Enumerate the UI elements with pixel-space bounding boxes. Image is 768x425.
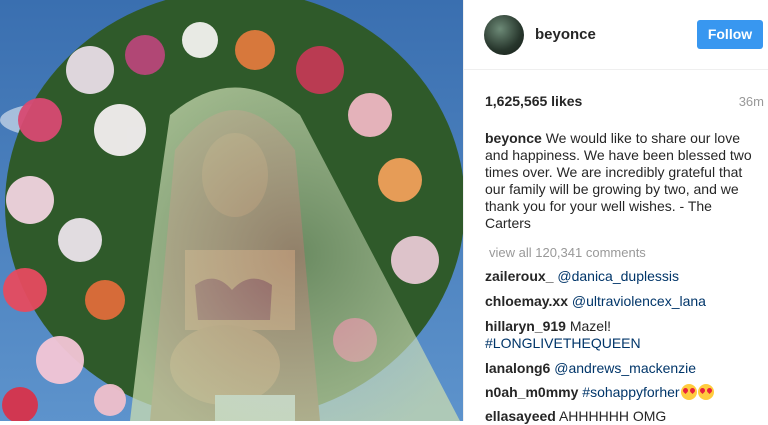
follow-button[interactable]: Follow [697,20,763,49]
post-photo[interactable] [0,0,463,421]
comment-username[interactable]: chloemay.xx [485,293,568,309]
comment-text: Mazel! [569,318,612,334]
comment-mention[interactable]: @danica_duplessis [557,268,679,284]
comment-mention[interactable]: @andrews_mackenzie [554,360,696,376]
comment-username[interactable]: hillaryn_919 [485,318,566,334]
heart-eyes-emoji-icon [697,384,714,400]
view-all-comments-link[interactable]: view all 120,341 comments [489,245,646,260]
comment-item: zaileroux_ @danica_duplessis [485,268,765,285]
comment-username[interactable]: ellasayeed [485,408,556,424]
comment-item: lanalong6 @andrews_mackenzie [485,360,765,377]
comment-item: chloemay.xx @ultraviolencex_lana [485,293,765,310]
comment-item: ellasayeed AHHHHHH OMG [485,408,765,425]
post-timestamp[interactable]: 36m [739,94,764,109]
post-photo-graphic [0,0,463,421]
post-header: beyonce Follow [464,0,768,70]
comment-hashtag[interactable]: #LONGLIVETHEQUEEN [485,335,641,351]
comment-username[interactable]: lanalong6 [485,360,550,376]
comment-username[interactable]: n0ah_m0mmy [485,384,578,400]
post-caption: beyonce We would like to share our love … [485,130,757,232]
comment-item: hillaryn_919 Mazel! #LONGLIVETHEQUEEN [485,318,765,352]
likes-count[interactable]: 1,625,565 likes [485,93,582,109]
avatar[interactable] [484,15,524,55]
author-username[interactable]: beyonce [535,26,596,43]
comment-username[interactable]: zaileroux_ [485,268,553,284]
caption-username[interactable]: beyonce [485,130,542,146]
comment-text: AHHHHHH OMG [558,408,667,424]
comment-item: n0ah_m0mmy #sohappyforher [485,384,765,401]
post-sidebar: beyonce Follow 1,625,565 likes 36m beyon… [463,0,768,424]
comment-hashtag[interactable]: #sohappyforher [582,384,679,400]
heart-eyes-emoji-icon [680,384,697,400]
comment-mention[interactable]: @ultraviolencex_lana [572,293,706,309]
